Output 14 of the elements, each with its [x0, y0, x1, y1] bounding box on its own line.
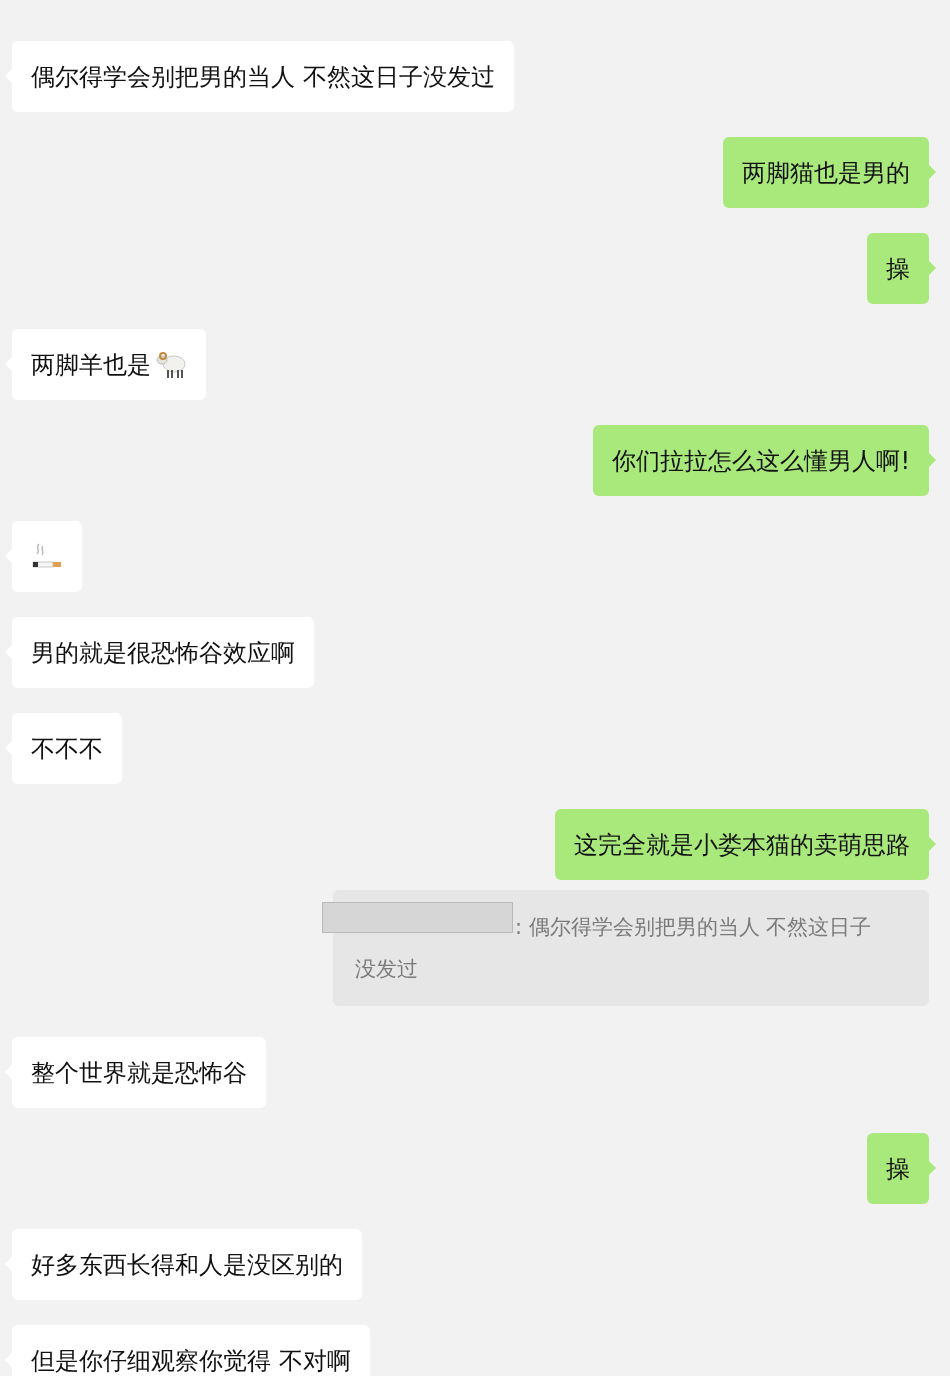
- message-bubble: 偶尔得学会别把男的当人 不然这日子没发过: [12, 41, 514, 112]
- message-bubble: 两脚猫也是男的: [723, 137, 929, 208]
- message-bubble: 你们拉拉怎么这么懂男人啊!: [593, 425, 929, 496]
- message-bubble: 操: [867, 1133, 929, 1204]
- message-bubble: 男的就是很恐怖谷效应啊: [12, 617, 314, 688]
- message-bubble: 操: [867, 233, 929, 304]
- quote-text: : 偶尔得学会别把男的当人 不然这日子没发过: [355, 914, 873, 983]
- message-text: 两脚羊也是: [31, 349, 151, 380]
- message-bubble: 但是你仔细观察你觉得 不对啊: [12, 1325, 370, 1376]
- message-bubble: 整个世界就是恐怖谷: [12, 1037, 266, 1108]
- message-bubble: 不不不: [12, 713, 122, 784]
- sheep-icon: [155, 349, 187, 380]
- message-bubble: 这完全就是小娄本猫的卖萌思路: [555, 809, 929, 880]
- message-bubble: 好多东西长得和人是没区别的: [12, 1229, 362, 1300]
